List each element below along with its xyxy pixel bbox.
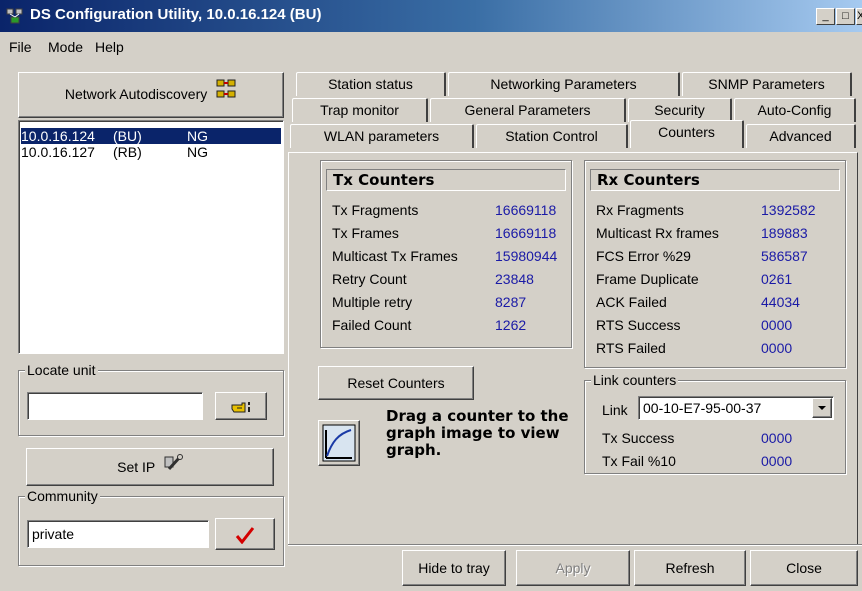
menu-mode[interactable]: Mode — [48, 39, 83, 55]
rx-counter-label[interactable]: Frame Duplicate — [596, 271, 699, 287]
minimize-button[interactable]: _ — [816, 8, 835, 25]
device-ip: 10.0.16.124 — [21, 128, 95, 144]
link-select-value: 00-10-E7-95-00-37 — [643, 400, 762, 416]
network-autodiscovery-label: Network Autodiscovery — [64, 86, 208, 102]
community-label: Community — [25, 488, 100, 504]
wrench-icon — [163, 450, 183, 486]
tx-counter-label[interactable]: Retry Count — [332, 271, 407, 287]
locate-unit-label: Locate unit — [25, 362, 98, 378]
device-row[interactable]: 10.0.16.124 (BU) NG — [20, 127, 282, 145]
community-group: Community — [18, 488, 284, 566]
rx-counter-label[interactable]: ACK Failed — [596, 294, 667, 310]
network-autodiscovery-button[interactable]: Network Autodiscovery — [18, 72, 284, 118]
tx-success-value[interactable]: 0000 — [761, 430, 792, 446]
tab-security[interactable]: Security — [628, 98, 732, 122]
device-list[interactable]: 10.0.16.124 (BU) NG 10.0.16.127 (RB) NG — [18, 120, 284, 354]
tab-station-control[interactable]: Station Control — [476, 124, 628, 148]
tx-counter-value[interactable]: 8287 — [495, 294, 526, 310]
locate-unit-input[interactable] — [27, 392, 203, 420]
close-window-button[interactable]: X — [856, 8, 862, 25]
tx-counters-title: Tx Counters — [326, 169, 566, 191]
tx-counter-label[interactable]: Tx Fragments — [332, 202, 418, 218]
reset-counters-button[interactable]: Reset Counters — [318, 366, 474, 400]
rx-counter-label[interactable]: Rx Fragments — [596, 202, 684, 218]
tab-networking-parameters[interactable]: Networking Parameters — [448, 72, 680, 96]
tab-counters[interactable]: Counters — [630, 120, 744, 148]
device-type: NG — [187, 128, 208, 144]
title-bar[interactable]: DS Configuration Utility, 10.0.16.124 (B… — [0, 0, 862, 32]
dropdown-arrow-icon[interactable] — [812, 398, 832, 418]
link-label: Link — [602, 402, 628, 418]
menu-bar: File Mode Help — [0, 34, 862, 58]
link-select[interactable]: 00-10-E7-95-00-37 — [638, 396, 834, 420]
set-ip-label: Set IP — [117, 459, 155, 475]
tab-station-status[interactable]: Station status — [296, 72, 446, 96]
link-counters-label: Link counters — [591, 372, 679, 388]
rx-counter-value[interactable]: 0000 — [761, 317, 792, 333]
app-window: DS Configuration Utility, 10.0.16.124 (B… — [0, 0, 862, 591]
tx-fail-label[interactable]: Tx Fail %10 — [602, 453, 676, 469]
menu-file[interactable]: File — [9, 39, 32, 55]
rx-counter-value[interactable]: 189883 — [761, 225, 808, 241]
apply-community-button[interactable] — [215, 518, 275, 550]
graph-drop-target[interactable] — [318, 420, 360, 466]
rx-counter-value[interactable]: 0000 — [761, 340, 792, 356]
tx-counter-value[interactable]: 23848 — [495, 271, 534, 287]
rx-counter-value[interactable]: 586587 — [761, 248, 808, 264]
window-title: DS Configuration Utility, 10.0.16.124 (B… — [30, 6, 322, 23]
rx-counter-value[interactable]: 0261 — [761, 271, 792, 287]
tx-counter-label[interactable]: Multicast Tx Frames — [332, 248, 458, 264]
rx-counters-group: Rx Counters — [584, 160, 846, 368]
rx-counter-label[interactable]: Multicast Rx frames — [596, 225, 719, 241]
community-input[interactable] — [27, 520, 209, 548]
locate-button[interactable] — [215, 392, 267, 420]
tx-fail-value[interactable]: 0000 — [761, 453, 792, 469]
rx-counter-value[interactable]: 1392582 — [761, 202, 816, 218]
tab-advanced[interactable]: Advanced — [746, 124, 856, 148]
checkmark-icon — [235, 526, 255, 545]
rx-counter-label[interactable]: FCS Error %29 — [596, 248, 691, 264]
maximize-button[interactable]: □ — [836, 8, 855, 25]
set-ip-button[interactable]: Set IP — [26, 448, 274, 486]
tx-counter-value[interactable]: 1262 — [495, 317, 526, 333]
app-icon — [6, 8, 24, 24]
tab-wlan-parameters[interactable]: WLAN parameters — [290, 124, 474, 148]
device-role: (RB) — [113, 144, 142, 160]
hide-to-tray-button[interactable]: Hide to tray — [402, 550, 506, 586]
close-button[interactable]: Close — [750, 550, 858, 586]
tx-success-label[interactable]: Tx Success — [602, 430, 674, 446]
tx-counter-value[interactable]: 15980944 — [495, 248, 557, 264]
tab-general-parameters[interactable]: General Parameters — [430, 98, 626, 122]
tx-counter-label[interactable]: Tx Frames — [332, 225, 399, 241]
graph-hint: Drag a counter to the graph image to vie… — [386, 407, 569, 459]
tx-counter-label[interactable]: Multiple retry — [332, 294, 412, 310]
menu-help[interactable]: Help — [95, 39, 124, 55]
footer-divider — [288, 544, 862, 546]
tab-snmp-parameters[interactable]: SNMP Parameters — [682, 72, 852, 96]
pointing-hand-icon — [230, 398, 252, 414]
device-row[interactable]: 10.0.16.127 (RB) NG — [21, 144, 281, 160]
apply-button[interactable]: Apply — [516, 550, 630, 586]
rx-counters-title: Rx Counters — [590, 169, 840, 191]
tx-counter-value[interactable]: 16669118 — [495, 225, 556, 241]
network-icon — [215, 74, 237, 116]
device-ip: 10.0.16.127 — [21, 144, 95, 160]
tx-counter-value[interactable]: 16669118 — [495, 202, 556, 218]
tx-counter-label[interactable]: Failed Count — [332, 317, 411, 333]
refresh-button[interactable]: Refresh — [634, 550, 746, 586]
rx-counter-label[interactable]: RTS Success — [596, 317, 681, 333]
locate-unit-group: Locate unit — [18, 362, 284, 436]
rx-counter-value[interactable]: 44034 — [761, 294, 800, 310]
tab-trap-monitor[interactable]: Trap monitor — [292, 98, 428, 122]
device-type: NG — [187, 144, 208, 160]
device-role: (BU) — [113, 128, 142, 144]
tab-auto-config[interactable]: Auto-Config — [734, 98, 856, 122]
rx-counter-label[interactable]: RTS Failed — [596, 340, 666, 356]
